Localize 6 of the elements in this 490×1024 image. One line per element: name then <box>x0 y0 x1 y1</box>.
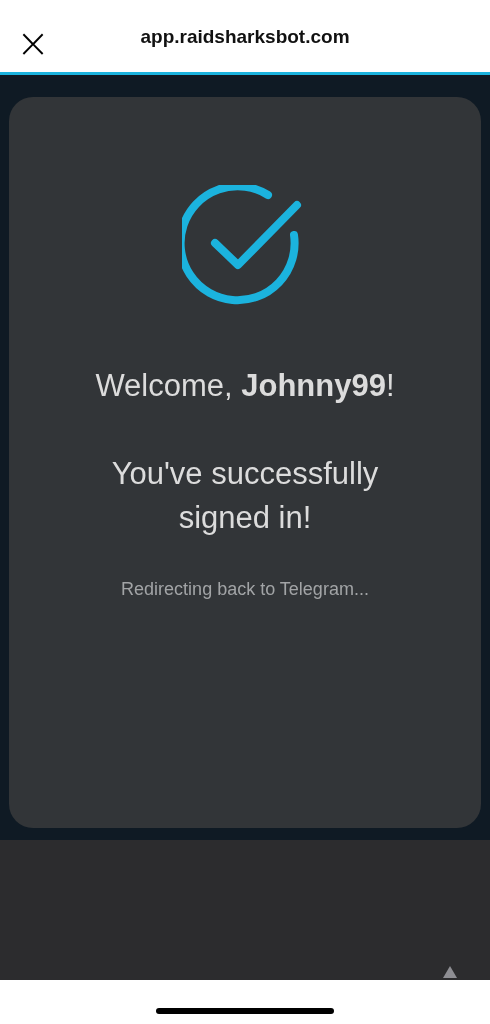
triangle-icon <box>443 966 457 978</box>
welcome-heading: Welcome, Johnny99! <box>95 367 395 405</box>
redirect-status: Redirecting back to Telegram... <box>121 577 369 601</box>
url-text: app.raidsharksbot.com <box>140 24 350 49</box>
success-message: You've successfully signed in! <box>110 454 380 537</box>
close-button[interactable]: × <box>16 26 50 60</box>
